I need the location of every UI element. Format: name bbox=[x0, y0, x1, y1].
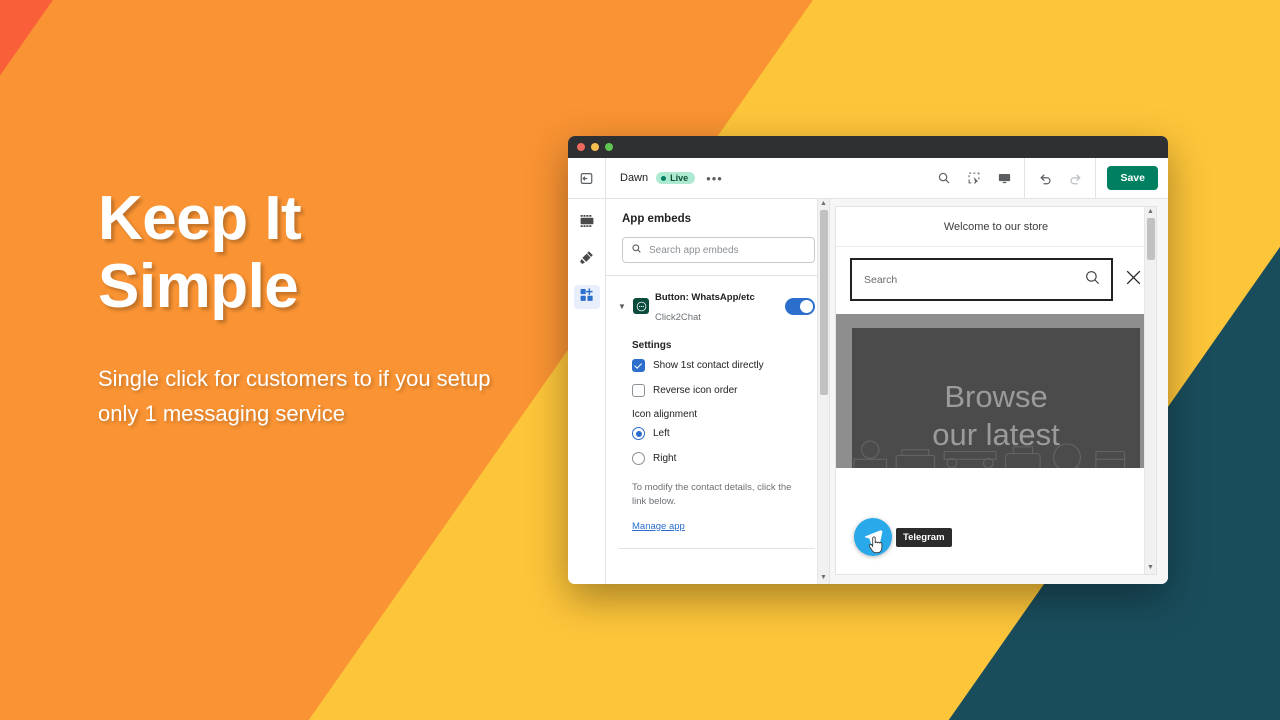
scroll-down-arrow-icon[interactable]: ▼ bbox=[1147, 563, 1154, 574]
sidebar-item-app-embeds[interactable] bbox=[573, 285, 600, 309]
redo-icon[interactable] bbox=[1060, 158, 1090, 198]
store-search-placeholder: Search bbox=[864, 273, 898, 286]
panel-scroll-track[interactable] bbox=[818, 210, 829, 573]
app-embeds-panel: App embeds Search app embeds ▼ Button: W… bbox=[606, 199, 830, 584]
app-embed-title: Button: WhatsApp/etc bbox=[655, 292, 755, 303]
undo-icon[interactable] bbox=[1030, 158, 1060, 198]
radio-icon-unselected bbox=[632, 452, 645, 465]
chevron-down-icon[interactable]: ▼ bbox=[618, 302, 627, 311]
panel-divider bbox=[618, 547, 815, 558]
browser-window: Dawn Live ••• Save App embeds Search app… bbox=[568, 136, 1168, 584]
chat-button-group: Telegram bbox=[854, 518, 952, 556]
store-search-row: Search bbox=[836, 247, 1156, 314]
sidebar-item-sections[interactable] bbox=[574, 211, 600, 235]
radio-align-left[interactable]: Left bbox=[618, 427, 815, 452]
checkbox-icon-unchecked bbox=[632, 384, 645, 397]
store-banner-image-placeholder: Browse our latest bbox=[852, 328, 1140, 468]
radio-label: Right bbox=[653, 453, 677, 464]
toolbar-divider bbox=[1024, 158, 1026, 198]
app-embed-text: Button: WhatsApp/etc Click2Chat bbox=[655, 286, 779, 326]
close-icon[interactable] bbox=[1123, 267, 1144, 293]
inspector-icon[interactable] bbox=[959, 158, 989, 198]
settings-heading: Settings bbox=[632, 340, 672, 351]
editor-sidebar-rail bbox=[568, 199, 606, 584]
checkbox-icon-checked bbox=[632, 359, 645, 372]
chat-tooltip: Telegram bbox=[896, 527, 952, 547]
click2chat-app-icon bbox=[633, 298, 649, 314]
checkbox-label: Show 1st contact directly bbox=[653, 360, 764, 371]
preview-scroll-thumb[interactable] bbox=[1147, 218, 1155, 260]
panel-title: App embeds bbox=[622, 213, 692, 225]
pointer-cursor-icon bbox=[868, 536, 883, 560]
theme-editor-toolbar: Dawn Live ••• Save bbox=[568, 158, 1168, 199]
search-icon bbox=[631, 241, 642, 259]
page-title: Keep It Simple bbox=[98, 188, 528, 318]
panel-scroll-thumb[interactable] bbox=[820, 210, 828, 395]
preview-scrollbar[interactable]: ▲ ▼ bbox=[1144, 207, 1156, 574]
store-preview: Welcome to our store Search Browse our l… bbox=[836, 207, 1156, 574]
preview-scroll-track[interactable] bbox=[1145, 218, 1156, 563]
hero-copy: Keep It Simple Single click for customer… bbox=[98, 188, 528, 432]
scroll-up-arrow-icon[interactable]: ▲ bbox=[1147, 207, 1154, 218]
theme-name: Dawn bbox=[620, 172, 649, 184]
app-embed-toggle[interactable] bbox=[785, 297, 815, 315]
search-icon[interactable] bbox=[1084, 269, 1101, 291]
banner-line-1: Browse bbox=[944, 379, 1048, 414]
save-button[interactable]: Save bbox=[1107, 166, 1158, 190]
status-badge: Live bbox=[656, 172, 696, 184]
window-titlebar bbox=[568, 136, 1168, 158]
window-maximize-button[interactable] bbox=[605, 143, 613, 151]
store-search-input[interactable]: Search bbox=[850, 258, 1113, 301]
app-embed-row[interactable]: ▼ Button: WhatsApp/etc Click2Chat bbox=[618, 286, 815, 326]
editor-body: App embeds Search app embeds ▼ Button: W… bbox=[568, 199, 1168, 584]
radio-align-right[interactable]: Right bbox=[618, 452, 815, 477]
app-embed-subtitle: Click2Chat bbox=[655, 312, 701, 323]
window-minimize-button[interactable] bbox=[591, 143, 599, 151]
paintbrush-icon bbox=[578, 249, 595, 271]
toolbar-actions: Save bbox=[929, 158, 1168, 198]
scroll-up-arrow-icon[interactable]: ▲ bbox=[820, 199, 827, 210]
checkbox-label: Reverse icon order bbox=[653, 385, 738, 396]
desktop-preview-icon[interactable] bbox=[989, 158, 1019, 198]
store-banner: Browse our latest bbox=[836, 314, 1156, 468]
panel-scroll-area: Search app embeds ▼ Button: WhatsApp/etc… bbox=[606, 235, 829, 584]
checkbox-reverse-icon-order[interactable]: Reverse icon order bbox=[618, 384, 815, 409]
store-heading: Welcome to our store bbox=[836, 207, 1156, 247]
helper-text: To modify the contact details, click the… bbox=[632, 482, 792, 507]
search-icon[interactable] bbox=[929, 158, 959, 198]
scroll-down-arrow-icon[interactable]: ▼ bbox=[820, 573, 827, 584]
toggle-knob bbox=[800, 299, 813, 313]
exit-icon[interactable] bbox=[568, 158, 606, 198]
app-embeds-icon bbox=[579, 287, 595, 308]
store-preview-area: Welcome to our store Search Browse our l… bbox=[830, 199, 1168, 584]
sections-icon bbox=[579, 213, 595, 234]
title-line-1: Keep It bbox=[98, 184, 302, 253]
icon-alignment-label: Icon alignment bbox=[632, 409, 698, 420]
radio-icon-selected bbox=[632, 427, 645, 440]
title-line-2: Simple bbox=[98, 252, 299, 321]
manage-app-link[interactable]: Manage app bbox=[632, 521, 685, 532]
panel-scrollbar[interactable]: ▲ ▼ bbox=[817, 199, 829, 584]
store-banner-text: Browse our latest bbox=[852, 378, 1140, 454]
search-app-embeds-wrap: Search app embeds bbox=[606, 235, 829, 275]
more-options-button[interactable]: ••• bbox=[703, 172, 726, 185]
banner-line-2: our latest bbox=[932, 416, 1060, 452]
status-badge-label: Live bbox=[670, 173, 689, 183]
search-input[interactable]: Search app embeds bbox=[622, 237, 815, 263]
theme-info: Dawn Live ••• bbox=[606, 172, 726, 185]
search-placeholder: Search app embeds bbox=[649, 244, 739, 256]
checkbox-show-first-contact[interactable]: Show 1st contact directly bbox=[618, 359, 815, 384]
radio-label: Left bbox=[653, 428, 670, 439]
hero-subtitle: Single click for customers to if you set… bbox=[98, 366, 491, 426]
sidebar-item-theme-settings[interactable] bbox=[574, 248, 600, 272]
window-close-button[interactable] bbox=[577, 143, 585, 151]
live-dot-icon bbox=[661, 175, 667, 181]
app-embed-item: ▼ Button: WhatsApp/etc Click2Chat Settin… bbox=[606, 275, 829, 558]
toolbar-divider-2 bbox=[1095, 158, 1097, 198]
